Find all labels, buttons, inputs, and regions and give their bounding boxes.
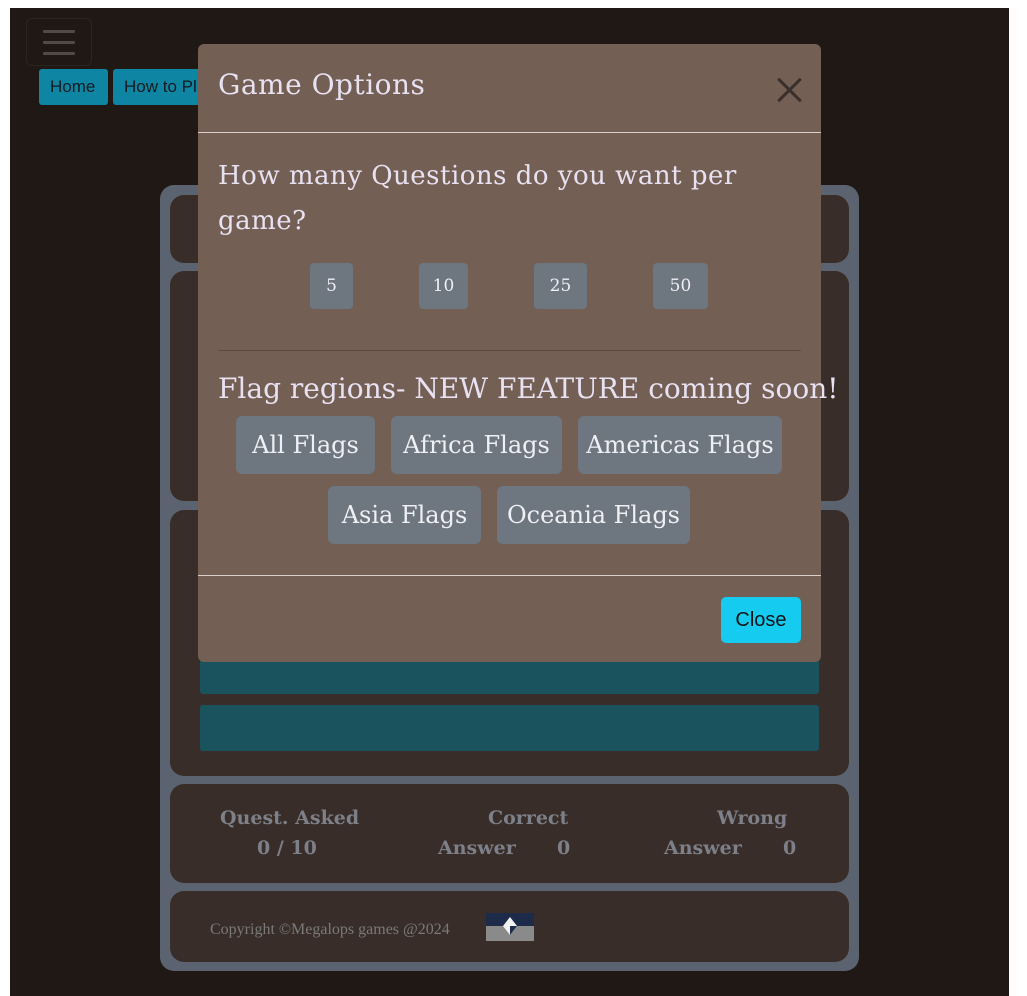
modal-header: Game Options [198,44,821,133]
questions-25-button[interactable]: 25 [534,263,587,309]
flag-regions-heading: Flag regions- NEW FEATURE coming soon! [218,372,839,405]
close-icon[interactable] [776,76,804,104]
close-button[interactable]: Close [721,597,801,643]
all-flags-button[interactable]: All Flags [236,416,375,474]
americas-flags-button[interactable]: Americas Flags [578,416,782,474]
questions-per-game-heading: How many Questions do you want per game? [218,161,737,236]
oceania-flags-button[interactable]: Oceania Flags [497,486,690,544]
modal-title: Game Options [218,68,426,101]
game-options-modal: Game Options How many Questions do you w… [198,44,839,663]
asia-flags-button[interactable]: Asia Flags [328,486,481,544]
questions-5-button[interactable]: 5 [310,263,353,309]
africa-flags-button[interactable]: Africa Flags [391,416,562,474]
modal-footer: Close [198,575,821,663]
questions-50-button[interactable]: 50 [653,263,708,309]
section-divider [218,350,801,351]
questions-10-button[interactable]: 10 [419,263,468,309]
